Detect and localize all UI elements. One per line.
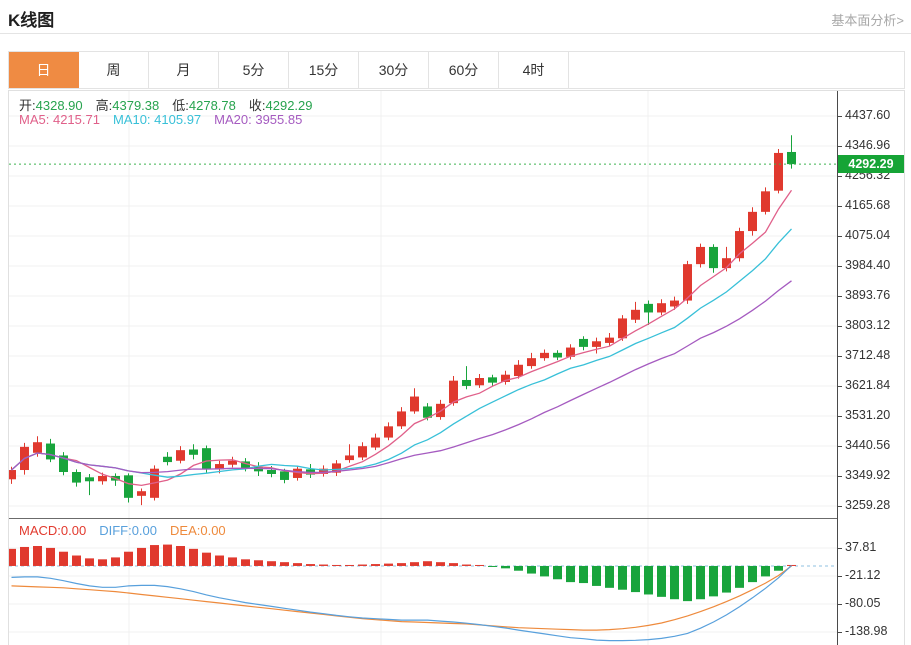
axis-label: 3531.20 (845, 408, 890, 422)
axis-label: 3893.76 (845, 288, 890, 302)
header-divider (0, 33, 911, 34)
tab-30min[interactable]: 30分 (359, 52, 429, 88)
info-pair: 开:4328.90 (19, 98, 83, 113)
axis-tick (838, 176, 842, 177)
axis-tick (838, 632, 842, 633)
axis-label: 3712.48 (845, 348, 890, 362)
info-pair: DIFF:0.00 (99, 523, 157, 538)
axis-tick (838, 236, 842, 237)
axis-tick (838, 266, 842, 267)
info-pair: 收:4292.29 (249, 98, 313, 113)
axis-tick (838, 116, 842, 117)
axis-label: 3440.56 (845, 438, 890, 452)
axis-tick (838, 548, 842, 549)
axis-label: 4437.60 (845, 108, 890, 122)
tab-4hour[interactable]: 4时 (499, 52, 569, 88)
axis-tick (838, 206, 842, 207)
axis-label: 37.81 (845, 540, 876, 554)
axis-tick (838, 146, 842, 147)
info-pair: 高:4379.38 (96, 98, 160, 113)
axis-label: 4075.04 (845, 228, 890, 242)
fundamental-analysis-link[interactable]: 基本面分析> (831, 10, 904, 29)
current-price-badge: 4292.29 (838, 155, 904, 173)
axis-label: 3803.12 (845, 318, 890, 332)
info-pair: 低:4278.78 (172, 98, 236, 113)
axis-tick (838, 446, 842, 447)
tab-monthly[interactable]: 月 (149, 52, 219, 88)
axis-tick (838, 326, 842, 327)
tab-daily[interactable]: 日 (9, 52, 79, 88)
macd-chart[interactable]: MACD:0.00 DIFF:0.00 DEA:0.00 (9, 519, 837, 645)
info-pair: MA10: 4105.97 (113, 112, 201, 127)
axis-label: -138.98 (845, 624, 887, 638)
info-pair: MA20: 3955.85 (214, 112, 302, 127)
axis-label: -21.12 (845, 568, 880, 582)
tab-15min[interactable]: 15分 (289, 52, 359, 88)
axis-tick (838, 356, 842, 357)
axis-label: 3984.40 (845, 258, 890, 272)
info-pair: DEA:0.00 (170, 523, 226, 538)
price-axis: 4437.604346.964256.324165.684075.043984.… (837, 91, 905, 645)
info-pair: MA5: 4215.71 (19, 112, 100, 127)
tab-5min[interactable]: 5分 (219, 52, 289, 88)
tab-60min[interactable]: 60分 (429, 52, 499, 88)
axis-tick (838, 296, 842, 297)
tab-weekly[interactable]: 周 (79, 52, 149, 88)
axis-label: 4165.68 (845, 198, 890, 212)
axis-tick (838, 576, 842, 577)
axis-tick (838, 386, 842, 387)
candlestick-chart[interactable]: 开:4328.90 高:4379.38 低:4278.78 收:4292.29 MA5… (9, 91, 837, 518)
axis-tick (838, 506, 842, 507)
axis-label: -80.05 (845, 596, 880, 610)
macd-info-row: MACD:0.00 DIFF:0.00 DEA:0.00 (19, 523, 239, 538)
page-title: K线图 (8, 6, 54, 31)
ma-info-row: MA5: 4215.71 MA10: 4105.97 MA20: 3955.85 (19, 112, 315, 127)
axis-tick (838, 604, 842, 605)
axis-label: 3259.28 (845, 498, 890, 512)
axis-label: 4346.96 (845, 138, 890, 152)
info-pair: MACD:0.00 (19, 523, 86, 538)
axis-tick (838, 476, 842, 477)
chart-container: 开:4328.90 高:4379.38 低:4278.78 收:4292.29 MA5… (8, 90, 905, 645)
axis-label: 3349.92 (845, 468, 890, 482)
axis-tick (838, 416, 842, 417)
interval-tabbar: 日周月5分15分30分60分4时 (8, 51, 905, 89)
axis-label: 3621.84 (845, 378, 890, 392)
